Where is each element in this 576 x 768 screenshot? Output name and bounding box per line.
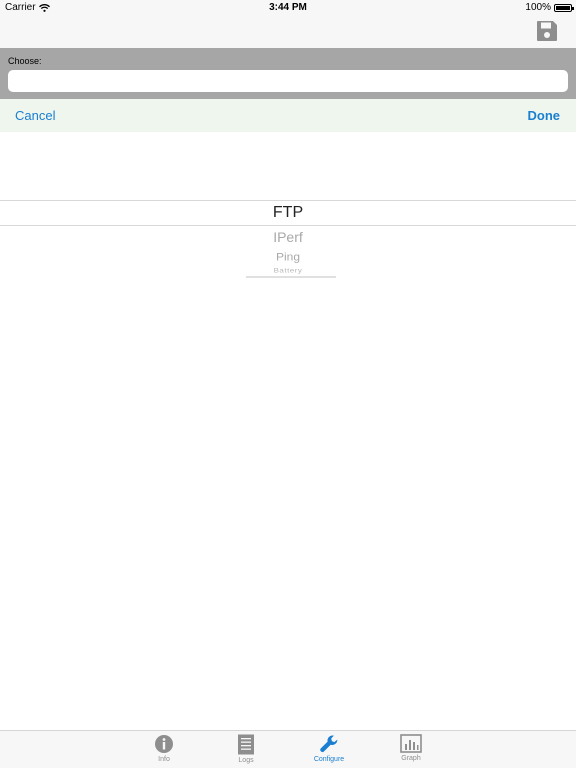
wrench-icon [320, 735, 338, 753]
picker-item-ftp[interactable]: FTP [0, 204, 576, 222]
picker-selection-top-line [0, 200, 576, 201]
status-right: 100% [525, 2, 574, 13]
tab-graph-label: Graph [401, 755, 421, 762]
tab-configure[interactable]: Configure [299, 734, 359, 763]
tab-bar: Info Logs Configure Graph [0, 730, 576, 768]
tab-logs-label: Logs [238, 757, 254, 764]
bar-chart-icon [400, 734, 422, 753]
picker-selection-bottom-line [0, 225, 576, 226]
picker-item-ping[interactable]: Ping [0, 251, 576, 264]
chooser-input[interactable] [8, 70, 568, 92]
picker-item-iperf[interactable]: IPerf [0, 229, 576, 245]
status-bar: Carrier 3:44 PM 100% [0, 0, 576, 16]
info-icon [155, 735, 173, 753]
tab-info-label: Info [158, 756, 170, 763]
floppy-disk-icon[interactable] [536, 20, 558, 42]
nav-bar [0, 16, 576, 48]
status-time: 3:44 PM [269, 2, 307, 13]
tab-configure-label: Configure [313, 756, 345, 763]
tab-info[interactable]: Info [134, 734, 194, 763]
cancel-button[interactable]: Cancel [15, 108, 55, 123]
option-picker[interactable]: FTP IPerf Ping Battery [0, 132, 576, 292]
battery-percent: 100% [525, 2, 551, 13]
chooser-panel: Choose: [0, 48, 576, 99]
picker-item-faded [246, 276, 336, 278]
done-button[interactable]: Done [528, 108, 561, 123]
chooser-label: Choose: [8, 56, 42, 66]
picker-item-battery[interactable]: Battery [0, 267, 576, 274]
tab-logs[interactable]: Logs [216, 734, 276, 764]
document-icon [238, 734, 254, 755]
tab-graph[interactable]: Graph [381, 734, 441, 762]
picker-toolbar: Cancel Done [0, 99, 576, 132]
battery-icon [554, 3, 574, 12]
